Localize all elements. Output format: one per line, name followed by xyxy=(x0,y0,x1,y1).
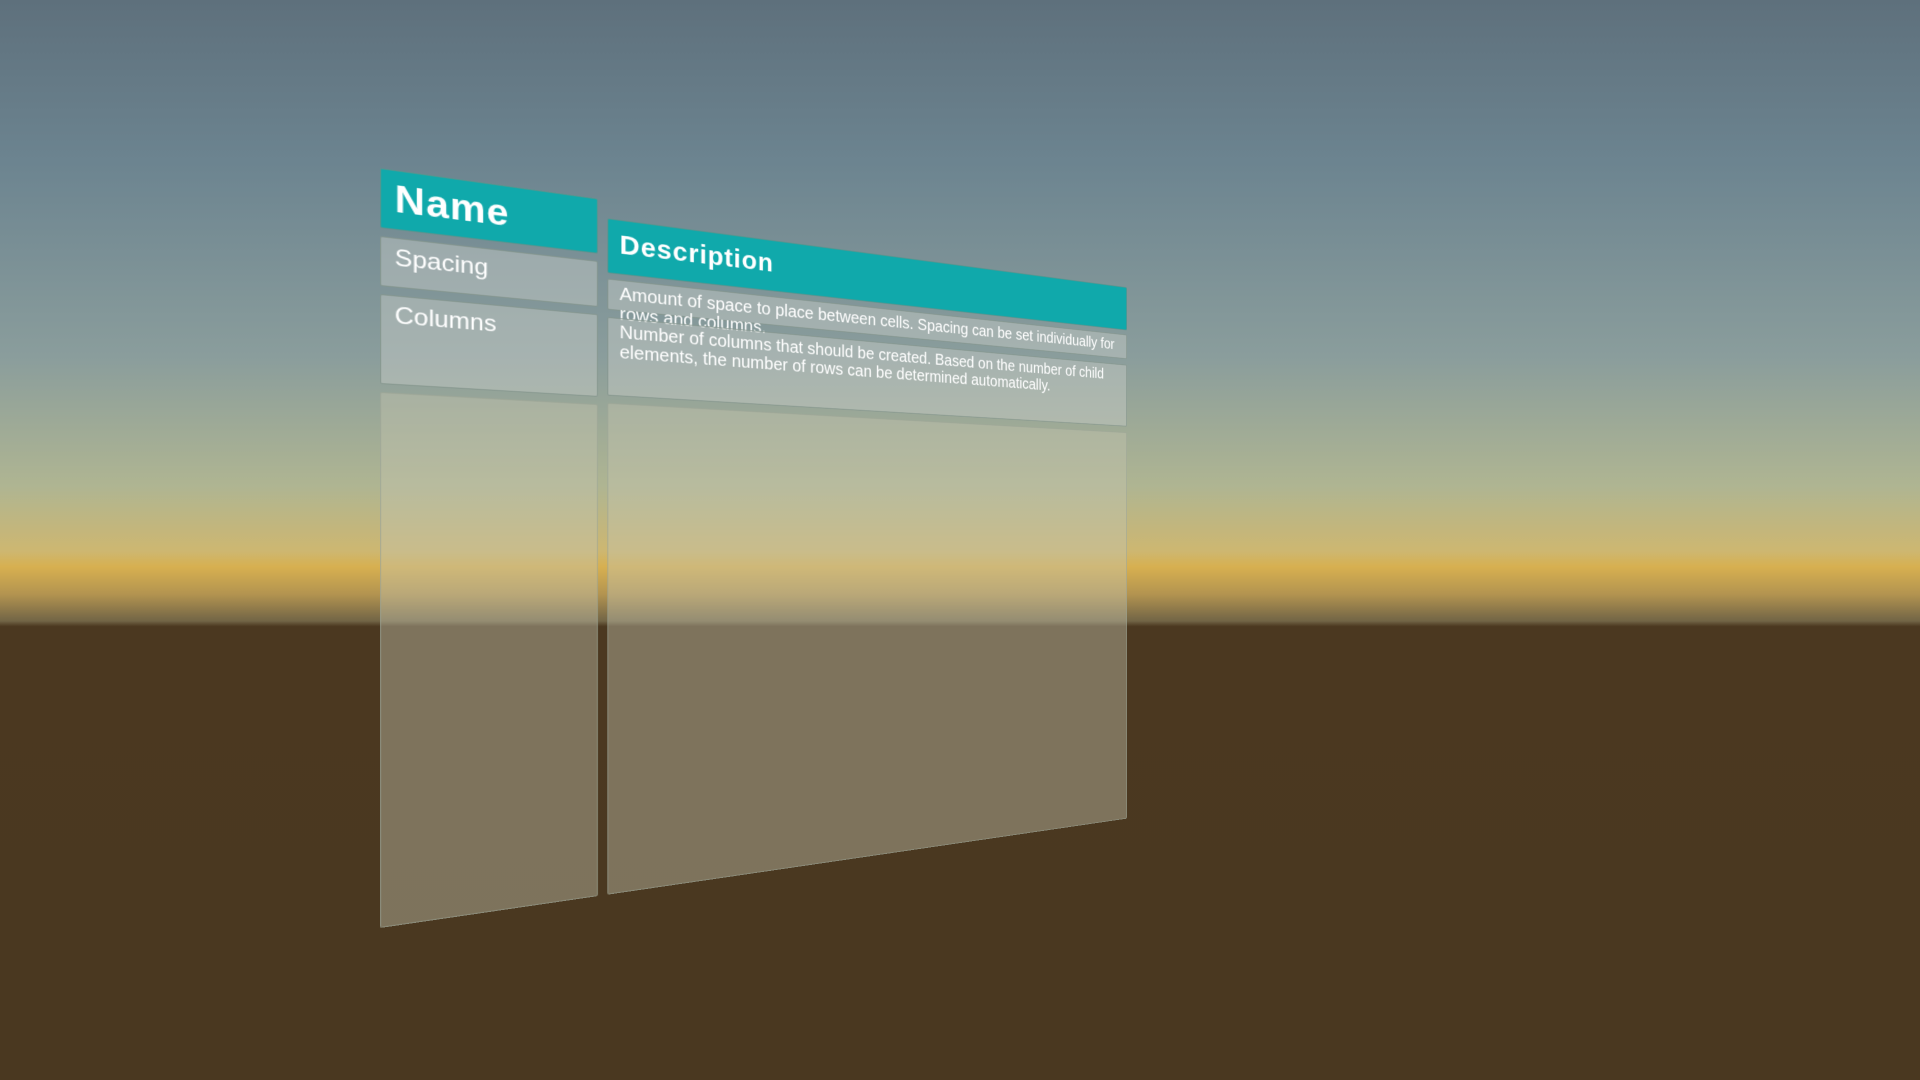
grid-table-panel: Name Description Spacing Amount of space… xyxy=(380,168,1127,928)
column-header-name-label: Name xyxy=(395,179,510,236)
empty-description-column-area xyxy=(607,403,1126,895)
column-header-description-label: Description xyxy=(620,230,774,279)
scene-viewport: Name Description Spacing Amount of space… xyxy=(0,0,1920,1080)
table-row-name-label: Columns xyxy=(395,302,497,338)
empty-name-column-area xyxy=(380,392,598,928)
table-row-columns-name-cell: Columns xyxy=(380,294,598,397)
table-row-name-label: Spacing xyxy=(395,245,489,282)
